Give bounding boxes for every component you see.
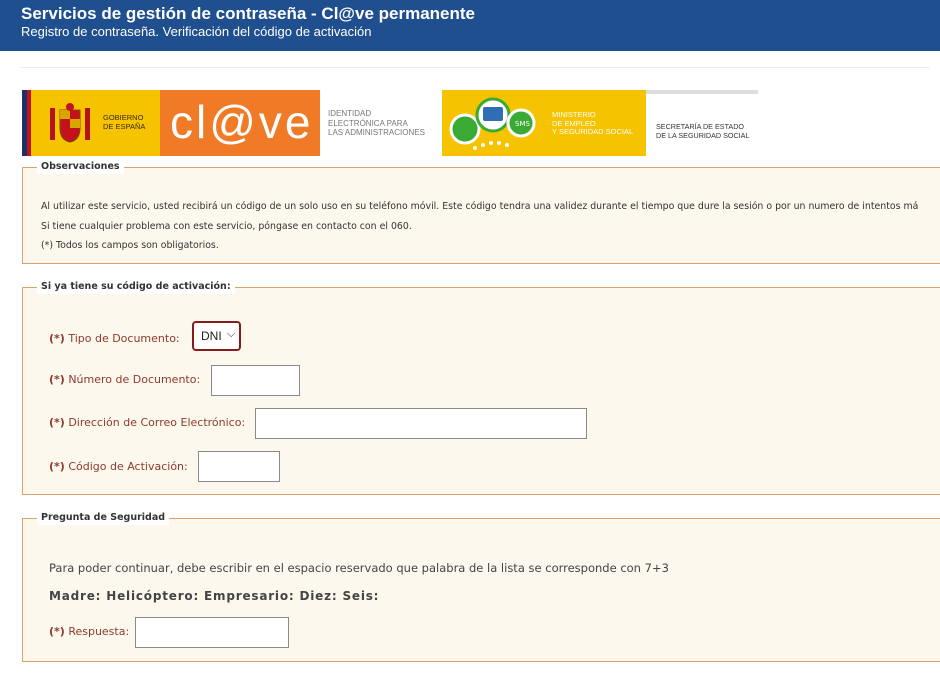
correo-input[interactable]: [255, 408, 587, 439]
numero-documento-input[interactable]: [211, 365, 300, 396]
page-header: Servicios de gestión de contraseña - Cl@…: [0, 0, 940, 51]
flag-strip-red: [27, 90, 31, 156]
tipo-documento-select[interactable]: DNI ⌵: [192, 321, 241, 351]
pregunta-legend: Pregunta de Seguridad: [37, 511, 170, 525]
coat-of-arms-icon: [50, 103, 90, 143]
tipo-documento-value: DNI: [201, 329, 222, 343]
observaciones-line-3: (*) Todos los campos son obligatorios.: [41, 240, 219, 251]
sms-phone-icon: SMS: [449, 97, 536, 150]
chevron-down-icon: ⌵: [227, 328, 236, 340]
respuesta-input[interactable]: [135, 617, 289, 648]
gobierno-text: GOBIERNO DE ESPAÑA: [103, 113, 146, 131]
tipo-documento-label: (*) Tipo de Documento:: [49, 332, 180, 345]
observaciones-line-1: Al utilizar este servicio, usted recibir…: [41, 201, 919, 212]
divider: [20, 67, 930, 68]
identidad-text: IDENTIDAD ELECTRÓNICA PARA LAS ADMINISTR…: [320, 90, 442, 156]
ministerio-logo: SMS MINISTERIO DE EMPLEO Y SEGURIDAD SOC…: [442, 90, 646, 156]
observaciones-line-2: Si tiene cualquier problema con este ser…: [41, 221, 412, 232]
observaciones-legend: Observaciones: [37, 160, 124, 174]
numero-documento-label: (*) Número de Documento:: [49, 373, 201, 386]
sms-label: SMS: [515, 120, 530, 128]
pregunta-options: Madre: Helicóptero: Empresario: Diez: Se…: [49, 589, 380, 603]
gobierno-espana-logo: GOBIERNO DE ESPAÑA: [22, 90, 160, 156]
codigo-activacion-fieldset: Si ya tiene su código de activación: (*)…: [22, 280, 940, 495]
respuesta-label: (*) Respuesta:: [49, 625, 130, 638]
ministerio-text: MINISTERIO DE EMPLEO Y SEGURIDAD SOCIAL: [552, 110, 634, 136]
pregunta-text: Para poder continuar, debe escribir en e…: [49, 561, 669, 575]
pregunta-seguridad-fieldset: Pregunta de Seguridad Para poder continu…: [22, 511, 940, 662]
clave-logo: cl@ve: [160, 90, 320, 156]
secretaria-text: SECRETARÍA DE ESTADO DE LA SEGURIDAD SOC…: [646, 90, 786, 156]
codigo-activacion-input[interactable]: [198, 451, 280, 482]
correo-label: (*) Dirección de Correo Electrónico:: [49, 416, 246, 429]
page-subtitle: Registro de contraseña. Verificación del…: [21, 24, 372, 39]
codigo-legend: Si ya tiene su código de activación:: [37, 280, 235, 294]
codigo-activacion-label: (*) Código de Activación:: [49, 460, 188, 473]
observaciones-fieldset: Observaciones Al utilizar este servicio,…: [22, 160, 940, 264]
page-title: Servicios de gestión de contraseña - Cl@…: [21, 4, 476, 23]
